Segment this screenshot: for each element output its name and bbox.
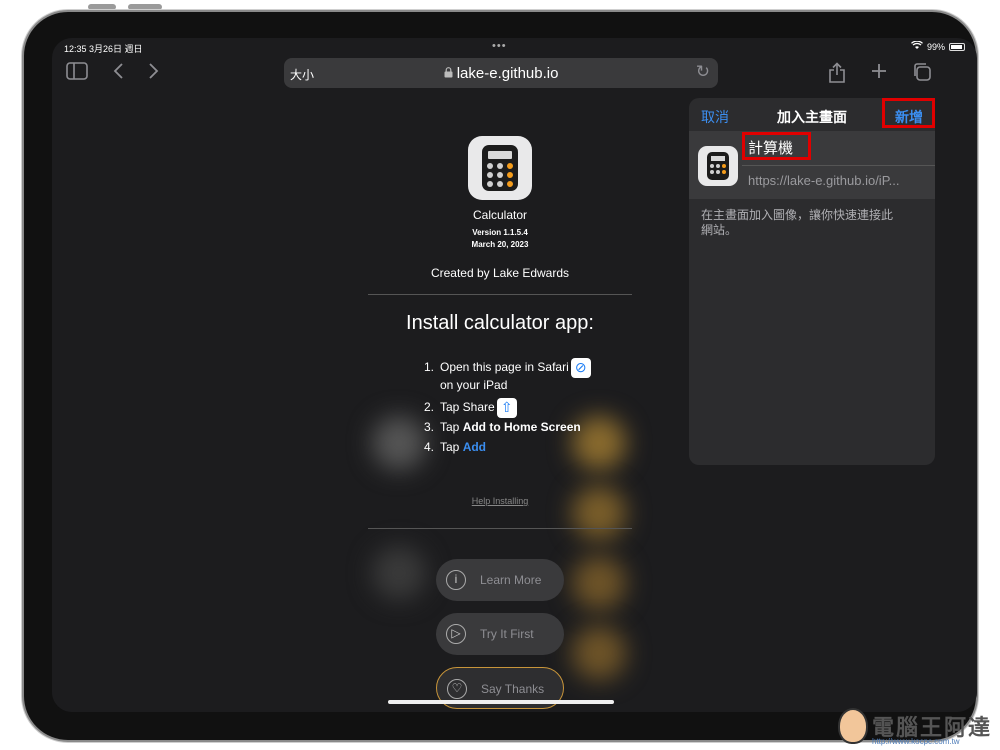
try-it-first-button[interactable]: ▷ Try It First [436,613,564,655]
divider [368,528,632,529]
add-to-home-screen-popover: 取消 加入主畫面 新增 計算機 https://lake-e.github.io… [689,98,935,465]
wifi-icon [911,40,923,52]
app-name: Calculator [472,208,528,222]
share-icon: ⇧ [496,398,517,418]
highlight-box [742,132,811,160]
divider [368,294,632,295]
app-author: Created by Lake Edwards [430,266,570,280]
install-content: Calculator Version 1.1.5.4 March 20, 202… [368,96,632,712]
new-tab-icon[interactable] [870,62,888,86]
bookmark-url: https://lake-e.github.io/iP... [748,173,900,188]
battery-percent: 99% [926,41,945,52]
install-step: 4. Tap Add [424,440,487,454]
safari-toolbar: 大小 lake-e.github.io ↻ [52,56,977,96]
info-icon: i [446,570,466,590]
help-installing-link[interactable]: Help Installing [368,496,632,506]
status-right: 99% [911,40,965,52]
address-bar[interactable]: 大小 lake-e.github.io ↻ [284,58,718,88]
highlight-box [882,98,935,128]
divider [742,165,935,166]
reload-icon[interactable]: ↻ [696,62,710,82]
lock-icon [444,65,457,82]
multitasking-dots[interactable]: ••• [492,40,507,52]
url-text: lake-e.github.io [284,65,718,82]
battery-icon [949,42,965,51]
share-icon[interactable] [828,62,846,90]
watermark: 電腦王阿達 http://www.kocpc.com.tw [838,708,998,748]
back-icon[interactable] [112,62,124,86]
safari-compass-icon: ⊘ [570,358,591,378]
home-indicator[interactable] [388,700,614,704]
heart-icon: ♡ [447,679,467,699]
status-time: 12:35 3月26日 週日 [64,44,143,54]
install-step: 3. Tap Add to Home Screen [424,420,581,434]
calculator-app-icon [468,136,532,200]
tabs-icon[interactable] [912,62,932,88]
forward-icon[interactable] [148,62,160,86]
app-date: March 20, 2023 [471,240,529,249]
install-step: 2. Tap Share ⇧ [424,398,517,418]
play-icon: ▷ [446,624,466,644]
sidebar-icon[interactable] [66,62,88,86]
install-title: Install calculator app: [406,312,594,334]
status-bar: 12:35 3月26日 週日 ••• 99% [52,38,977,56]
url-label: lake-e.github.io [456,65,559,82]
calculator-app-icon [698,146,738,186]
install-step: 1. Open this page in Safari ⊘ on your iPad [424,358,591,393]
app-version: Version 1.1.5.4 [472,228,528,237]
mascot-logo [838,708,868,744]
ipad-screen: 12:35 3月26日 週日 ••• 99% 大小 lake-e.github.… [52,38,977,712]
popover-description: 在主畫面加入圖像，讓你快速連接此網站。 [701,208,894,237]
learn-more-button[interactable]: i Learn More [436,559,564,601]
watermark-url: http://www.kocpc.com.tw [872,737,960,746]
bookmark-card: 計算機 https://lake-e.github.io/iP... [689,131,935,199]
